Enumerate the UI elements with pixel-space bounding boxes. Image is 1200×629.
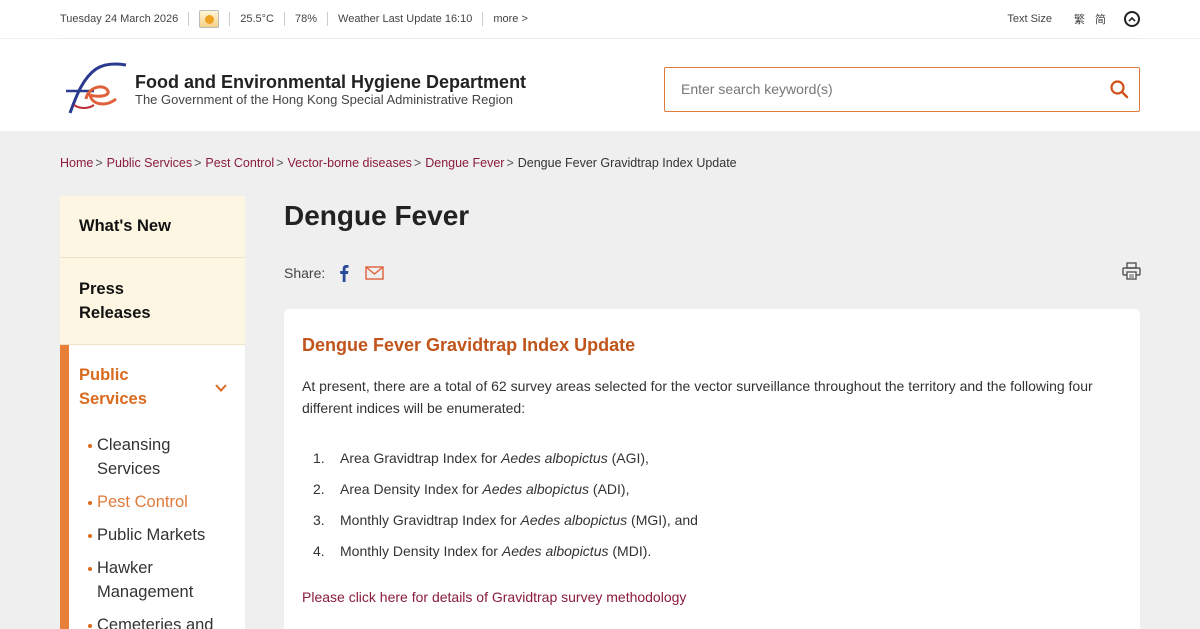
top-utility-bar-content: Tuesday 24 March 2026 25.5°C 78% Weather… — [60, 0, 1140, 38]
species-name: Aedes albopictus — [501, 543, 609, 559]
indices-list: 1. Area Gravidtrap Index for Aedes albop… — [313, 447, 698, 571]
sidebar-item-whats-new[interactable]: What's New — [60, 196, 245, 258]
sidebar-label-line: Press — [79, 280, 124, 298]
submenu-label: Management — [97, 583, 194, 601]
breadcrumb: Home > Public Services > Pest Control > Vec… — [60, 156, 737, 170]
list-text: Area Gravidtrap Index for Aedes albopict… — [340, 447, 649, 478]
sidebar-label-line: Services — [79, 390, 147, 408]
share-row: Share: — [284, 264, 384, 282]
top-utility-bar: Tuesday 24 March 2026 25.5°C 78% Weather… — [0, 0, 1200, 38]
sidebar-item-press-releases[interactable]: Press Releases — [60, 258, 245, 345]
government-subtitle: The Government of the Hong Kong Special … — [135, 92, 513, 107]
breadcrumb-home[interactable]: Home — [60, 156, 93, 170]
sidebar-label-line: Releases — [79, 304, 151, 322]
breadcrumb-dengue-fever[interactable]: Dengue Fever — [425, 156, 504, 170]
list-number: 3. — [313, 512, 325, 528]
submenu-item-hawker-management[interactable]: Hawker Management — [88, 556, 237, 604]
species-name: Aedes albopictus — [482, 481, 590, 497]
breadcrumb-public-services[interactable]: Public Services — [107, 156, 192, 170]
list-number: 2. — [313, 481, 325, 497]
sidebar-item-public-services-label[interactable]: Public Services — [79, 363, 147, 411]
divider — [229, 12, 231, 26]
department-name[interactable]: Food and Environmental Hygiene Departmen… — [135, 72, 526, 93]
email-icon[interactable] — [365, 266, 384, 280]
divider — [327, 12, 329, 26]
search-input[interactable] — [681, 68, 1081, 110]
list-text-part: Monthly Gravidtrap Index for — [340, 512, 521, 528]
sidebar-label-line: Public — [79, 366, 129, 384]
share-label: Share: — [284, 265, 326, 281]
weather-update-time: Weather Last Update 16:10 — [338, 13, 473, 25]
list-text-part: (MDI). — [608, 543, 652, 559]
divider — [283, 12, 285, 26]
breadcrumb-vector-borne-diseases[interactable]: Vector-borne diseases — [288, 156, 412, 170]
breadcrumb-current-page: Dengue Fever Gravidtrap Index Update — [517, 156, 737, 170]
submenu-item-pest-control[interactable]: Pest Control — [88, 490, 237, 514]
list-item: 3. Monthly Gravidtrap Index for Aedes al… — [313, 509, 698, 540]
sidebar-item-label: Press Releases — [79, 277, 151, 325]
submenu-label: Services — [97, 460, 161, 478]
list-text-part: (ADI), — [589, 481, 630, 497]
search-icon[interactable] — [1109, 79, 1129, 99]
text-size-control[interactable]: Text Size — [1007, 13, 1052, 25]
facebook-icon[interactable] — [339, 264, 349, 282]
breadcrumb-separator: > — [95, 156, 103, 170]
lang-simplified-chinese[interactable]: 简 — [1095, 11, 1106, 27]
species-name: Aedes albopictus — [501, 450, 608, 466]
chevron-up-circle-icon[interactable] — [1124, 11, 1140, 27]
submenu-item-public-markets[interactable]: Public Markets — [88, 523, 237, 547]
divider — [482, 12, 484, 26]
page-title: Dengue Fever — [284, 200, 470, 231]
content-card: Dengue Fever Gravidtrap Index Update At … — [284, 309, 1140, 629]
fehd-logo[interactable] — [60, 57, 132, 117]
partly-sunny-icon[interactable] — [199, 10, 220, 28]
submenu-label: Cemeteries and — [97, 616, 214, 629]
intro-paragraph: At present, there are a total of 62 surv… — [302, 378, 1093, 416]
breadcrumb-separator: > — [506, 156, 514, 170]
list-text-part: Area Density Index for — [340, 481, 483, 497]
list-text-part: (AGI), — [607, 450, 649, 466]
list-number: 4. — [313, 543, 325, 559]
lang-traditional-chinese[interactable]: 繁 — [1074, 11, 1085, 27]
list-text: Monthly Density Index for Aedes albopict… — [340, 540, 651, 571]
submenu-item-cemeteries[interactable]: Cemeteries and — [88, 613, 237, 629]
sidebar-item-public-services: Public Services Cleansing Services Pest … — [60, 345, 245, 629]
divider — [188, 12, 190, 26]
temperature: 25.5°C — [240, 13, 274, 25]
list-text: Area Density Index for Aedes albopictus … — [340, 478, 630, 509]
weather-more-link[interactable]: more > — [493, 13, 528, 25]
list-number: 1. — [313, 450, 325, 466]
topbar-right-group: Text Size 繁 简 — [1007, 11, 1140, 27]
site-header: Food and Environmental Hygiene Departmen… — [0, 39, 1200, 131]
breadcrumb-pest-control[interactable]: Pest Control — [205, 156, 274, 170]
list-text-part: Monthly Density Index for — [340, 543, 502, 559]
list-item: 2. Area Density Index for Aedes albopict… — [313, 478, 698, 509]
submenu-label: Cleansing — [97, 436, 171, 454]
species-name: Aedes albopictus — [520, 512, 628, 528]
submenu-item-cleansing-services[interactable]: Cleansing Services — [88, 433, 237, 481]
humidity: 78% — [294, 13, 318, 25]
list-item: 1. Area Gravidtrap Index for Aedes albop… — [313, 447, 698, 478]
list-text: Monthly Gravidtrap Index for Aedes albop… — [340, 509, 698, 540]
chevron-down-icon[interactable] — [214, 381, 228, 395]
list-text-part: Area Gravidtrap Index for — [340, 450, 502, 466]
search-box — [664, 67, 1140, 112]
sidebar-item-label: What's New — [79, 217, 171, 235]
breadcrumb-separator: > — [276, 156, 284, 170]
breadcrumb-separator: > — [413, 156, 422, 170]
submenu-label: Hawker — [97, 559, 153, 577]
language-switcher: 繁 简 — [1074, 11, 1106, 27]
sidebar-nav: What's New Press Releases Public Service… — [60, 196, 245, 629]
breadcrumb-separator: > — [194, 156, 202, 170]
methodology-link[interactable]: Please click here for details of Gravidt… — [302, 589, 686, 605]
list-text-part: (MGI), and — [627, 512, 698, 528]
content-heading: Dengue Fever Gravidtrap Index Update — [302, 335, 636, 355]
submenu-label: Pest Control — [97, 493, 188, 511]
submenu-label: Public Markets — [97, 526, 206, 544]
print-icon[interactable] — [1122, 262, 1141, 280]
public-services-submenu: Cleansing Services Pest Control Public M… — [88, 433, 237, 629]
current-date: Tuesday 24 March 2026 — [60, 13, 179, 25]
list-item: 4. Monthly Density Index for Aedes albop… — [313, 540, 698, 571]
